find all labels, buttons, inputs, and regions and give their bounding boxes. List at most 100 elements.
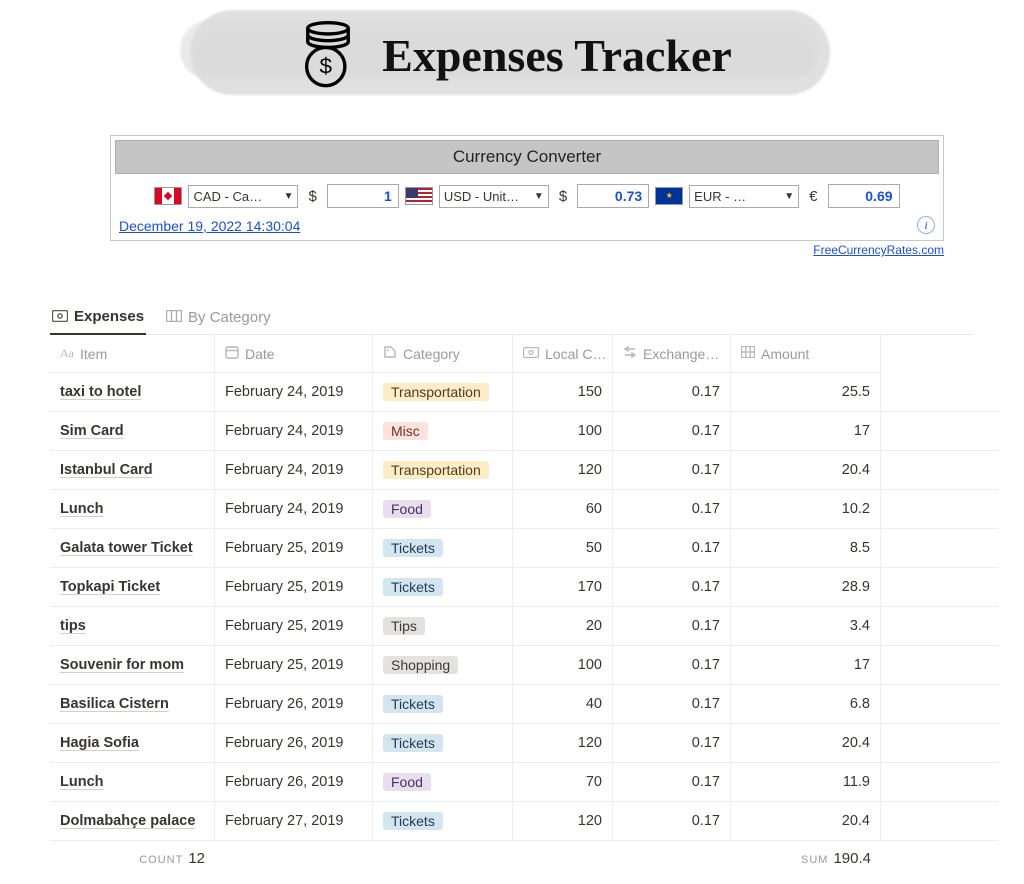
item-cell[interactable]: Topkapi Ticket: [50, 568, 215, 606]
exchange-rate-cell: 0.17: [613, 802, 731, 840]
tab-expenses[interactable]: Expenses: [50, 302, 146, 335]
money-icon: [52, 309, 68, 325]
table-row: Sim CardFebruary 24, 2019Misc1000.1717: [50, 412, 999, 451]
currency-symbol: €: [805, 188, 821, 205]
converter-timestamp-link[interactable]: December 19, 2022 14:30:04: [119, 218, 300, 234]
currency-select-0[interactable]: CAD - Ca… ▼: [188, 185, 298, 208]
sum-label: SUM: [801, 854, 828, 866]
local-currency-cell: 60: [513, 490, 613, 528]
category-cell: Tickets: [373, 568, 513, 606]
currency-amount-input-2[interactable]: [828, 184, 900, 208]
column-header-label: Category: [403, 346, 460, 362]
count-label: COUNT: [139, 854, 183, 866]
amount-cell: 28.9: [731, 568, 881, 606]
count-value: 12: [188, 850, 205, 867]
page-title: Expenses Tracker: [382, 29, 732, 82]
view-tabs: Expenses By Category: [50, 302, 974, 335]
amount-cell: 8.5: [731, 529, 881, 567]
date-cell: February 25, 2019: [215, 646, 373, 684]
svg-text:$: $: [320, 53, 333, 78]
local-currency-cell: 170: [513, 568, 613, 606]
item-cell[interactable]: tips: [50, 607, 215, 645]
category-tag[interactable]: Tips: [383, 617, 425, 635]
column-header-label: Exchange…: [643, 346, 719, 362]
local-currency-cell: 70: [513, 763, 613, 801]
category-cell: Tickets: [373, 685, 513, 723]
currency-select-2[interactable]: EUR - …▼: [689, 185, 799, 208]
local-currency-cell: 120: [513, 802, 613, 840]
table-row: Hagia SofiaFebruary 26, 2019Tickets1200.…: [50, 724, 999, 763]
column-header-category[interactable]: Category: [373, 335, 513, 373]
column-header-rate[interactable]: Exchange…: [613, 335, 731, 373]
column-header-date[interactable]: Date: [215, 335, 373, 373]
currency-converter-widget: Currency Converter CAD - Ca…▼$USD - Unit…: [110, 135, 944, 241]
item-cell[interactable]: Galata tower Ticket: [50, 529, 215, 567]
item-cell[interactable]: Lunch: [50, 490, 215, 528]
amount-cell: 20.4: [731, 802, 881, 840]
category-tag[interactable]: Food: [383, 773, 431, 791]
info-icon[interactable]: i: [917, 216, 935, 234]
category-tag[interactable]: Tickets: [383, 734, 443, 752]
amount-cell: 11.9: [731, 763, 881, 801]
sum-value: 190.4: [833, 850, 871, 867]
date-cell: February 24, 2019: [215, 373, 373, 411]
column-header-amount[interactable]: Amount: [731, 335, 881, 373]
currency-amount-input-0[interactable]: [327, 184, 399, 208]
column-header-item[interactable]: AaItem: [50, 335, 215, 373]
column-header-local[interactable]: Local C…: [513, 335, 613, 373]
category-tag[interactable]: Misc: [383, 422, 428, 440]
item-cell[interactable]: Sim Card: [50, 412, 215, 450]
category-tag[interactable]: Food: [383, 500, 431, 518]
category-tag[interactable]: Tickets: [383, 695, 443, 713]
column-header-label: Local C…: [545, 346, 606, 362]
category-cell: Food: [373, 490, 513, 528]
category-cell: Transportation: [373, 373, 513, 411]
item-cell[interactable]: Hagia Sofia: [50, 724, 215, 762]
category-tag[interactable]: Tickets: [383, 539, 443, 557]
item-cell[interactable]: taxi to hotel: [50, 373, 215, 411]
tab-by-category[interactable]: By Category: [164, 302, 273, 334]
item-cell[interactable]: Dolmabahçe palace: [50, 802, 215, 840]
currency-select-1[interactable]: USD - Unit…▼: [439, 185, 549, 208]
table-row: Istanbul CardFebruary 24, 2019 Transporta…: [50, 451, 999, 490]
category-tag[interactable]: Shopping: [383, 656, 458, 674]
column-header-label: Amount: [761, 346, 809, 362]
exchange-rate-cell: 0.17: [613, 568, 731, 606]
category-tag[interactable]: Transportation: [383, 461, 489, 479]
date-cell: February 26, 2019: [215, 685, 373, 723]
date-cell: February 25, 2019: [215, 607, 373, 645]
exchange-rate-cell: 0.17: [613, 529, 731, 567]
amount-cell: 25.5: [731, 373, 881, 411]
item-cell[interactable]: Basilica Cistern: [50, 685, 215, 723]
date-cell: February 25, 2019: [215, 529, 373, 567]
date-cell: February 26, 2019: [215, 763, 373, 801]
category-tag[interactable]: Tickets: [383, 812, 443, 830]
exchange-rate-cell: 0.17: [613, 412, 731, 450]
category-cell: Tickets: [373, 802, 513, 840]
item-cell[interactable]: Istanbul Card: [50, 451, 215, 489]
currency-amount-input-1[interactable]: [577, 184, 649, 208]
date-cell: February 24, 2019: [215, 451, 373, 489]
exchange-rate-cell: 0.17: [613, 685, 731, 723]
chevron-down-icon: ▼: [284, 191, 294, 202]
table-row: LunchFebruary 26, 2019Food700.1711.9: [50, 763, 999, 802]
table-row: tipsFebruary 25, 2019Tips200.173.4: [50, 607, 999, 646]
category-tag[interactable]: Tickets: [383, 578, 443, 596]
amount-cell: 6.8: [731, 685, 881, 723]
category-cell: Tickets: [373, 529, 513, 567]
category-tag[interactable]: Transportation: [383, 383, 489, 401]
exchange-rate-cell: 0.17: [613, 724, 731, 762]
aggregate-row: COUNT 12 SUM 190.4: [50, 841, 999, 875]
item-cell[interactable]: Souvenir for mom: [50, 646, 215, 684]
currency-select-label: CAD - Ca…: [193, 189, 262, 204]
local-currency-cell: 50: [513, 529, 613, 567]
local-currency-cell: 20: [513, 607, 613, 645]
attribution-link[interactable]: FreeCurrencyRates.com: [0, 243, 944, 257]
column-header-label: Date: [245, 346, 275, 362]
chevron-down-icon: ▼: [784, 191, 794, 202]
item-cell[interactable]: Lunch: [50, 763, 215, 801]
category-cell: Transportation: [373, 451, 513, 489]
local-currency-cell: 120: [513, 724, 613, 762]
category-cell: Tips: [373, 607, 513, 645]
tab-label: By Category: [188, 309, 271, 326]
